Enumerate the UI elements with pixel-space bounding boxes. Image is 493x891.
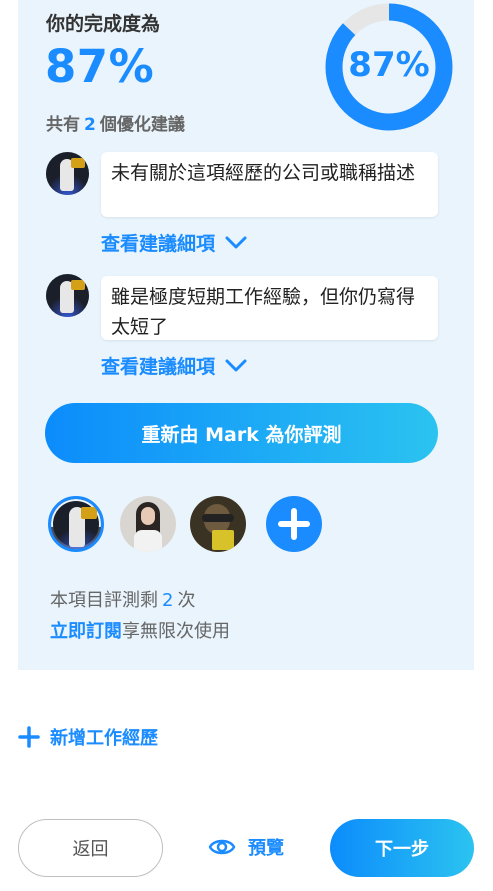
suggestion-prefix: 共有 <box>46 115 80 135</box>
chevron-down-icon <box>225 359 247 371</box>
view-suggestion-detail-link[interactable]: 查看建議細項 <box>101 229 247 256</box>
add-reviewer-button[interactable] <box>266 496 322 552</box>
remeasure-button[interactable]: 重新由 Mark 為你評測 <box>45 403 438 463</box>
preview-button[interactable]: 預覽 <box>208 834 284 860</box>
remaining-count: 2 <box>162 590 174 611</box>
subscribe-text: 立即訂閱享無限次使用 <box>50 617 230 643</box>
plus-icon <box>18 726 40 748</box>
chevron-down-icon <box>225 236 247 248</box>
detail-link-label: 查看建議細項 <box>101 356 216 378</box>
reviewer-avatar-selected[interactable] <box>48 496 104 552</box>
suggestion-bubble: 未有關於這項經歷的公司或職稱描述 <box>101 152 438 217</box>
suggestion-count: 2 <box>84 115 96 135</box>
preview-label: 預覽 <box>248 838 284 859</box>
next-step-button[interactable]: 下一步 <box>330 819 474 877</box>
remaining-suffix: 次 <box>177 590 196 611</box>
completion-title: 你的完成度為 <box>46 13 161 35</box>
view-suggestion-detail-link[interactable]: 查看建議細項 <box>101 352 247 379</box>
reviewer-avatar[interactable] <box>190 496 246 552</box>
suggestion-suffix: 個優化建議 <box>99 115 185 135</box>
add-work-experience-label: 新增工作經歷 <box>50 728 158 749</box>
mark-avatar <box>46 274 89 317</box>
suggestion-bubble: 雖是極度短期工作經驗，但你仍寫得太短了 <box>101 276 438 340</box>
eye-icon <box>208 839 236 855</box>
completion-percent: 87% <box>45 40 155 93</box>
back-button[interactable]: 返回 <box>18 819 163 877</box>
suggestion-count-text: 共有 2 個優化建議 <box>46 110 185 135</box>
remaining-evaluations-text: 本項目評測剩 2 次 <box>50 586 195 612</box>
plus-icon <box>278 508 310 540</box>
mark-avatar <box>46 152 89 195</box>
ring-percent-label: 87% <box>348 45 430 85</box>
reviewer-avatar[interactable] <box>120 496 176 552</box>
subscribe-suffix: 享無限次使用 <box>122 621 230 642</box>
detail-link-label: 查看建議細項 <box>101 233 216 255</box>
add-work-experience-button[interactable]: 新增工作經歷 <box>18 724 158 750</box>
subscribe-link[interactable]: 立即訂閱 <box>50 621 122 642</box>
remaining-prefix: 本項目評測剩 <box>50 590 158 611</box>
